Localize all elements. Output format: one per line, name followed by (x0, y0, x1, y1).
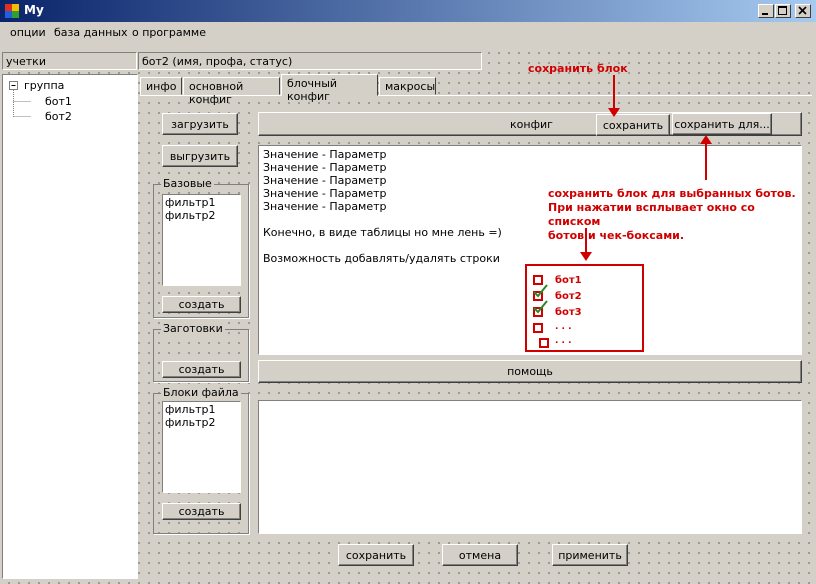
bot-checkbox-label: . . . (555, 322, 572, 332)
config-line: Значение - Параметр (263, 148, 387, 161)
config-header-label: конфиг (510, 118, 553, 131)
config-line: Значение - Параметр (263, 174, 387, 187)
load-button[interactable]: загрузить (162, 113, 238, 135)
tab-info-label: инфо (146, 80, 177, 93)
bot-checkbox-label: бот3 (555, 307, 582, 318)
help-bar[interactable]: помощь (258, 360, 802, 383)
save-for-button-label: сохранить для... (674, 117, 770, 131)
config-line: Значение - Параметр (263, 161, 387, 174)
unload-button[interactable]: выгрузить (162, 145, 238, 167)
accounts-label: учетки (2, 52, 137, 70)
list-item[interactable]: фильтр2 (165, 209, 238, 222)
save-for-button[interactable]: сохранить для... (672, 113, 772, 135)
save-block-button-label: сохранить (602, 118, 664, 132)
maximize-button[interactable] (775, 4, 791, 18)
tree-bot-item[interactable]: бот2 (45, 110, 72, 123)
create-template-button[interactable]: создать (162, 361, 241, 378)
arrow-down-icon (580, 252, 592, 261)
create-template-button-label: создать (178, 363, 225, 376)
tab-pane-top-border (140, 95, 812, 97)
tab-block-config[interactable]: блочный конфиг (281, 74, 378, 103)
file-blocks-group-label: Блоки файла (161, 386, 241, 399)
annotation-arrow-line (705, 142, 707, 180)
cancel-button-label: отмена (458, 548, 502, 562)
bot-checkbox-label: . . . (555, 336, 572, 346)
checkmark-icon (533, 284, 548, 298)
annotation-save-for-line: При нажатии всплывает окно со списком (548, 201, 755, 228)
list-item[interactable]: фильтр2 (165, 416, 238, 429)
bot-checkbox[interactable] (533, 323, 543, 333)
menu-bar: опции база данных о программе (0, 22, 816, 44)
bot-tree: группа бот1 бот2 (2, 74, 138, 579)
bot-checkbox-label: бот2 (555, 291, 582, 302)
list-item[interactable]: фильтр1 (165, 403, 238, 416)
create-file-block-button-label: создать (178, 505, 225, 518)
bot-info-text: бот2 (имя, профа, статус) (142, 55, 293, 68)
save-button-label: сохранить (345, 548, 407, 562)
app-icon (4, 3, 20, 19)
checkmark-icon (533, 300, 548, 314)
tab-info[interactable]: инфо (140, 77, 182, 95)
title-bar: My (0, 0, 816, 22)
close-button[interactable] (795, 4, 811, 18)
tab-macros-label: макросы (385, 80, 436, 93)
bot-info-bar: бот2 (имя, профа, статус) (138, 52, 482, 70)
load-button-label: загрузить (171, 117, 229, 131)
tab-main-config[interactable]: основной конфиг (183, 77, 280, 106)
apply-button-label: применить (558, 548, 622, 562)
tree-group-item[interactable]: группа (24, 79, 64, 92)
file-blocks-list[interactable]: фильтр1 фильтр2 (162, 401, 241, 493)
basic-filter-list[interactable]: фильтр1 фильтр2 (162, 194, 241, 286)
create-basic-button[interactable]: создать (162, 296, 241, 313)
window-title: My (24, 3, 44, 17)
unload-button-label: выгрузить (169, 149, 231, 163)
arrow-up-icon (700, 135, 712, 144)
list-item[interactable]: фильтр1 (165, 196, 238, 209)
menu-about[interactable]: о программе (132, 26, 206, 39)
tab-macros[interactable]: макросы (379, 77, 436, 95)
bot-checkbox-label: бот1 (555, 275, 582, 286)
basic-group-label: Базовые (161, 177, 214, 190)
create-basic-button-label: создать (178, 298, 225, 311)
save-button[interactable]: сохранить (338, 544, 414, 566)
bot-checkbox[interactable] (539, 338, 549, 348)
minimize-button[interactable] (758, 4, 774, 18)
tab-block-config-label: блочный конфиг (287, 77, 338, 103)
annotation-save-block: сохранить блок (528, 62, 628, 75)
minimize-icon (762, 13, 768, 15)
menu-database[interactable]: база данных (54, 26, 128, 39)
tree-bot-item[interactable]: бот1 (45, 95, 72, 108)
annotation-save-for-line: сохранить блок для выбранных ботов. (548, 187, 796, 200)
checkbox-popup-mock: бот1 бот2 бот3 . . . . . . (525, 264, 644, 352)
help-bar-label: помощь (507, 365, 553, 378)
close-icon (798, 6, 807, 15)
cancel-button[interactable]: отмена (442, 544, 518, 566)
accounts-label-text: учетки (6, 55, 46, 68)
menu-options[interactable]: опции (10, 26, 46, 39)
apply-button[interactable]: применить (552, 544, 628, 566)
create-file-block-button[interactable]: создать (162, 503, 241, 520)
arrow-down-icon (608, 108, 620, 117)
templates-group-label: Заготовки (161, 322, 225, 335)
help-text-area[interactable] (258, 400, 802, 534)
maximize-icon (778, 6, 787, 15)
